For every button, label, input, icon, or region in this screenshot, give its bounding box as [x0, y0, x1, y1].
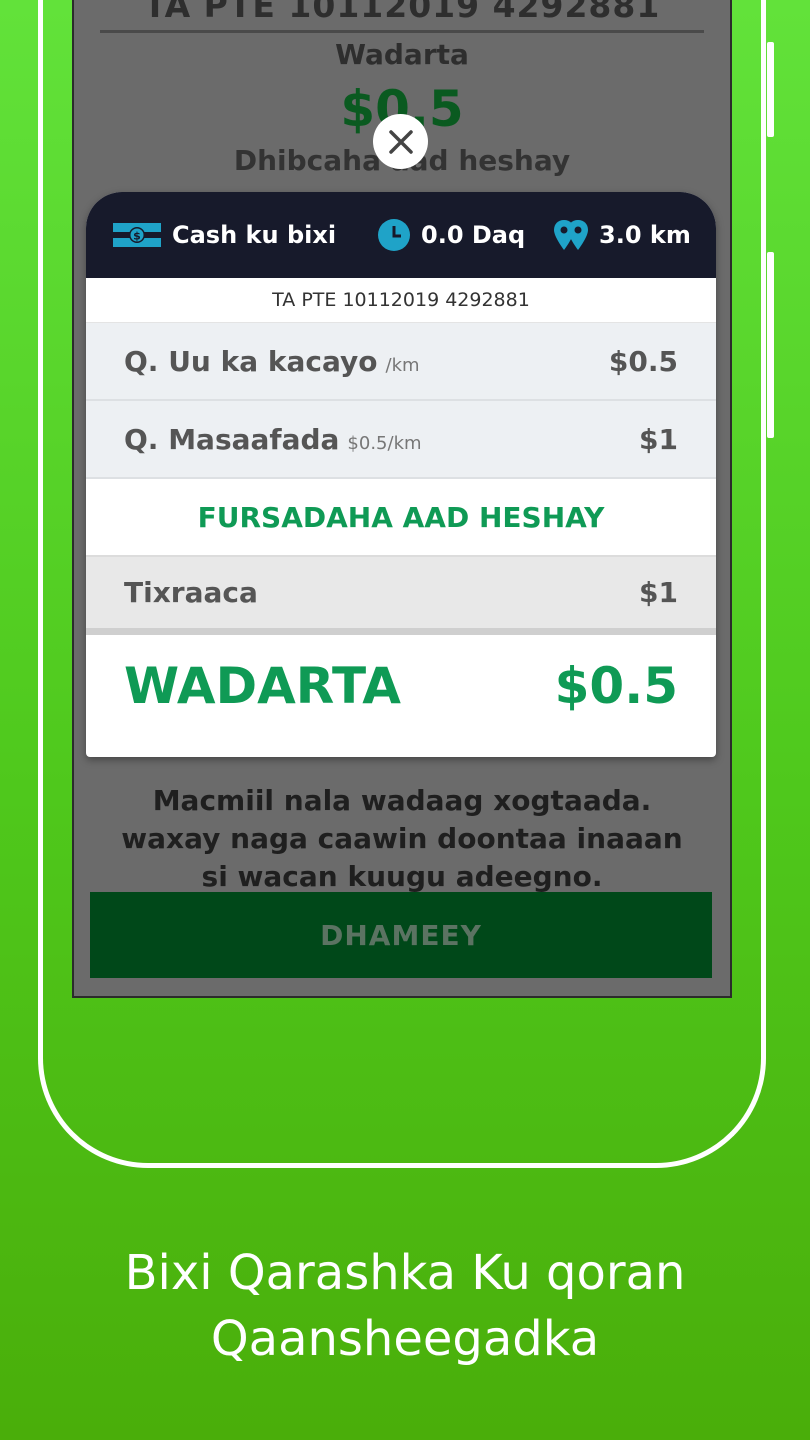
- tracking-value: $1: [639, 576, 678, 609]
- fare-row-unit: $0.5/km: [347, 432, 422, 454]
- time-label: 0.0 Daq: [421, 221, 526, 249]
- promo-caption-line2: Qaansheegadka: [210, 1311, 600, 1367]
- background-ref-text: TA PTE 10112019 4292881: [143, 0, 661, 25]
- total-label: WADARTA: [124, 656, 401, 715]
- fare-row-unit: /km: [385, 354, 420, 376]
- fare-row-value: $1: [639, 422, 678, 456]
- tracking-label: Tixraaca: [124, 576, 258, 609]
- cash-icon: $: [113, 223, 161, 247]
- tracking-row: Tixraaca $1: [86, 557, 716, 635]
- trip-ref: TA PTE 10112019 4292881: [86, 278, 716, 323]
- distance-label: 3.0 km: [599, 221, 691, 249]
- promo-caption-line1: Bixi Qarashka Ku qoran: [124, 1245, 686, 1301]
- done-button[interactable]: DHAMEEY: [90, 892, 712, 978]
- svg-text:$: $: [133, 230, 141, 243]
- background-total-label: Wadarta: [335, 38, 469, 71]
- close-icon: [388, 129, 413, 154]
- location-pins-icon: [554, 220, 588, 250]
- phone-volume-button: [767, 42, 774, 137]
- promo-caption: Bixi Qarashka Ku qoran Qaansheegadka: [0, 1240, 810, 1372]
- phone-power-button: [767, 252, 774, 438]
- trip-distance: 3.0 km: [553, 192, 691, 278]
- fare-row-label: Q. Masaafada $0.5/km: [124, 422, 422, 456]
- fare-row-base: Q. Uu ka kacayo/km $0.5: [86, 323, 716, 401]
- fare-summary-modal: $ Cash ku bixi 0.0 Daq 3.0 km TA PTE 101…: [86, 192, 716, 757]
- fare-row-value: $0.5: [608, 344, 678, 378]
- trip-time: 0.0 Daq: [377, 192, 525, 278]
- feedback-message: Macmiil nala wadaag xogtaada. waxay naga…: [121, 784, 683, 893]
- fare-row-label: Q. Uu ka kacayo/km: [124, 344, 420, 378]
- total-value: $0.5: [554, 656, 678, 715]
- payment-label: Cash ku bixi: [172, 221, 337, 249]
- opportunities-heading: FURSADAHA AAD HESHAY: [86, 479, 716, 557]
- modal-header: $ Cash ku bixi 0.0 Daq 3.0 km: [86, 192, 716, 278]
- fare-row-distance: Q. Masaafada $0.5/km $1: [86, 401, 716, 479]
- background-divider: [100, 30, 704, 33]
- payment-method: $ Cash ku bixi: [112, 192, 336, 278]
- total-row: WADARTA $0.5: [86, 635, 716, 736]
- clock-icon: [378, 219, 410, 251]
- close-button[interactable]: [373, 114, 428, 169]
